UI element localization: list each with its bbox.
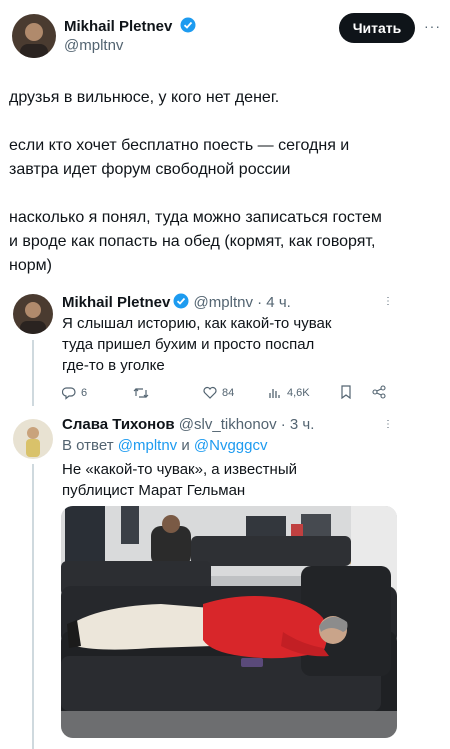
reply-line: Я слышал историю, как какой-то чувак <box>62 315 332 332</box>
views-count: 4,6K <box>287 386 310 399</box>
reply-button[interactable]: 6 <box>62 386 87 400</box>
views-button[interactable]: 4,6K <box>268 386 310 399</box>
avatar-photo <box>13 294 53 334</box>
like-count: 84 <box>222 386 235 399</box>
retweet-button[interactable] <box>133 386 154 400</box>
reply2-author-handle[interactable]: @slv_tikhonov <box>179 416 277 433</box>
post-line: друзья в вильнюсе, у кого нет денег. <box>9 89 280 106</box>
reply1-header: Mikhail Pletnev @mpltnv · 4 ч. <box>62 293 291 311</box>
reply1-time[interactable]: · 4 ч. <box>257 294 291 311</box>
retweet-icon <box>133 388 149 398</box>
share-icon <box>372 385 386 399</box>
post-line: если кто хочет бесплатно поесть — сегодн… <box>9 137 350 154</box>
more-options-icon[interactable]: ··· <box>424 18 441 34</box>
photo-man-sleeping-on-sofa <box>61 506 397 738</box>
reply-line: Не «какой-то чувак», а известный <box>62 461 297 478</box>
thread-line <box>32 340 34 406</box>
thread-line <box>32 464 34 749</box>
post-line: завтра идет форум свободной россии <box>9 161 291 178</box>
avatar-photo <box>12 14 56 58</box>
author-handle[interactable]: @mpltnv <box>64 37 123 54</box>
views-icon <box>269 389 280 398</box>
verified-icon <box>180 17 196 33</box>
reply-line: где-то в уголке <box>62 357 165 374</box>
avatar-photo <box>13 419 53 459</box>
reply-context: В ответ @mpltnv и @Nvgggcv <box>62 437 268 454</box>
reply2-avatar[interactable] <box>13 419 53 459</box>
share-button[interactable] <box>372 385 386 399</box>
reply-count: 6 <box>81 387 88 399</box>
verified-icon <box>173 293 189 309</box>
reply-prefix: В ответ <box>62 437 114 454</box>
reply1-text: Я слышал историю, как какой-то чувак туд… <box>62 313 331 376</box>
reply1-author-handle[interactable]: @mpltnv <box>194 294 253 311</box>
author-avatar[interactable] <box>12 14 56 58</box>
post-text: друзья в вильнюсе, у кого нет денег. есл… <box>9 86 439 278</box>
post-line: норм) <box>9 257 52 274</box>
post-line: и вроде как попасть на обед (кормят, как… <box>9 233 376 250</box>
bookmark-icon <box>341 385 351 399</box>
author-name[interactable]: Mikhail Pletnev <box>64 17 196 35</box>
like-button[interactable]: 84 <box>203 386 234 399</box>
reply-icon <box>62 387 76 400</box>
reply2-author-name[interactable]: Слава Тихонов <box>62 416 175 433</box>
mention-link[interactable]: @mpltnv <box>118 437 177 454</box>
read-button[interactable]: Читать <box>339 13 415 43</box>
bookmark-button[interactable] <box>340 385 352 399</box>
reply2-time[interactable]: · 3 ч. <box>281 416 315 433</box>
mention-link[interactable]: @Nvgggcv <box>194 437 268 454</box>
reply2-header: Слава Тихонов @slv_tikhonov · 3 ч. <box>62 416 314 433</box>
reply2-text: Не «какой-то чувак», а известный публици… <box>62 459 297 501</box>
reply-and: и <box>181 437 190 454</box>
more-options-icon[interactable]: ⋮ <box>383 296 394 307</box>
reply-line: туда пришел бухим и просто поспал <box>62 336 315 353</box>
reply1-author-name[interactable]: Mikhail Pletnev <box>62 294 170 311</box>
more-options-icon[interactable]: ⋮ <box>383 419 394 430</box>
post-line: насколько я понял, туда можно записаться… <box>9 209 382 226</box>
like-icon <box>203 386 217 399</box>
attached-photo[interactable] <box>61 506 397 738</box>
reply-line: публицист Марат Гельман <box>62 482 246 499</box>
reply1-avatar[interactable] <box>13 294 53 334</box>
